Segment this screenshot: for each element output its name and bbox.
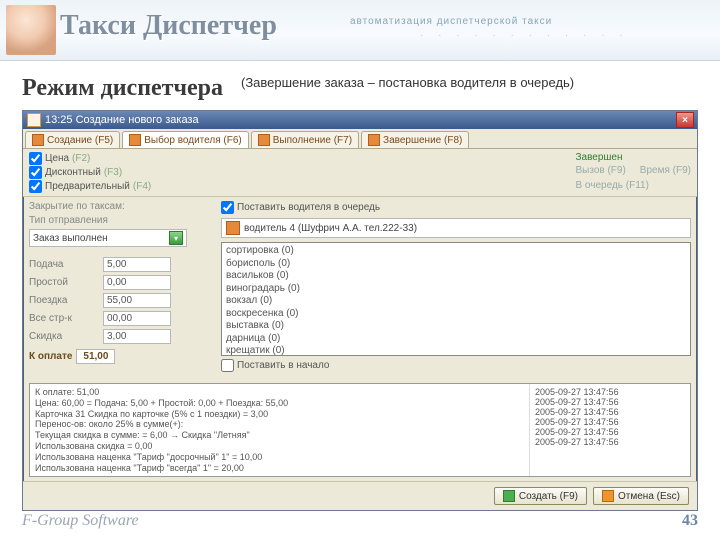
create-button[interactable]: Создать (F9) bbox=[494, 487, 587, 505]
cancel-button[interactable]: Отмена (Esc) bbox=[593, 487, 689, 505]
section-title: Режим диспетчера bbox=[22, 75, 223, 102]
cancel-icon bbox=[602, 490, 614, 502]
tab-icon bbox=[129, 134, 141, 146]
status-block: Завершен Вызов (F9)Время (F9) В очередь … bbox=[575, 152, 691, 193]
val-pickup[interactable]: 5,00 bbox=[103, 257, 171, 272]
val-wait[interactable]: 0,00 bbox=[103, 275, 171, 290]
val-trip[interactable]: 55,00 bbox=[103, 293, 171, 308]
footer: F-Group Software 43 bbox=[22, 512, 698, 530]
dispatcher-photo bbox=[6, 5, 56, 55]
zone-list[interactable]: сортировка (0)борисполь (0)васильков (0)… bbox=[221, 242, 691, 356]
combo-type[interactable]: Заказ выполнен▾ bbox=[29, 229, 187, 247]
window-icon bbox=[27, 113, 41, 127]
lbl-disc: Скидка bbox=[29, 331, 99, 342]
brand-sub: автоматизация диспетчерской такси bbox=[350, 16, 552, 27]
section-desc: (Завершение заказа – постановка водителя… bbox=[223, 75, 698, 102]
brand-title: Такси Диспетчер bbox=[60, 10, 277, 42]
driver-icon bbox=[226, 221, 240, 235]
tab-strip: Создание (F5) Выбор водителя (F6) Выполн… bbox=[23, 129, 697, 149]
val-disc[interactable]: 3,00 bbox=[103, 329, 171, 344]
check-row: Цена (F2) Дисконтный (F3) Предварительны… bbox=[23, 149, 697, 197]
close-icon[interactable]: × bbox=[676, 112, 694, 128]
lbl-pickup: Подача bbox=[29, 259, 99, 270]
val-all[interactable]: 00,00 bbox=[103, 311, 171, 326]
lbl-trip: Поездка bbox=[29, 295, 99, 306]
lbl-all: Все стр-к bbox=[29, 313, 99, 324]
lbl-wait: Простой bbox=[29, 277, 99, 288]
driver-field[interactable]: водитель 4 (Шуфрич А.А. тел.222-33) bbox=[221, 218, 691, 238]
decor-dots: · · · · · · · · · · · · bbox=[420, 30, 629, 41]
titlebar[interactable]: 13:25 Создание нового заказа × bbox=[23, 111, 697, 129]
total-row: К оплате51,00 bbox=[29, 347, 209, 362]
tab-select-driver[interactable]: Выбор водителя (F6) bbox=[122, 131, 249, 148]
action-bar: Создать (F9) Отмена (Esc) bbox=[23, 481, 697, 510]
chk-price[interactable]: Цена (F2) bbox=[29, 152, 151, 165]
chk-pre[interactable]: Предварительный (F4) bbox=[29, 180, 151, 193]
tab-create[interactable]: Создание (F5) bbox=[25, 131, 120, 148]
window-title: 13:25 Создание нового заказа bbox=[45, 114, 676, 126]
page-number: 43 bbox=[682, 512, 698, 530]
footer-company: F-Group Software bbox=[22, 512, 139, 530]
check-icon bbox=[503, 490, 515, 502]
tab-complete[interactable]: Завершение (F8) bbox=[361, 131, 469, 148]
info-block: К оплате: 51,00Цена: 60,00 = Подача: 5,0… bbox=[29, 383, 691, 477]
banner: Такси Диспетчер автоматизация диспетчерс… bbox=[0, 0, 720, 61]
dialog-window: 13:25 Создание нового заказа × Создание … bbox=[22, 110, 698, 511]
label-close: Закрытие по таксам: bbox=[29, 201, 209, 212]
chevron-down-icon[interactable]: ▾ bbox=[169, 231, 183, 245]
tab-execute[interactable]: Выполнение (F7) bbox=[251, 131, 359, 148]
right-panel: Поставить водителя в очередь водитель 4 … bbox=[215, 197, 697, 379]
left-panel: Закрытие по таксам: Тип отправления Зака… bbox=[23, 197, 215, 379]
tab-icon bbox=[258, 134, 270, 146]
chk-top[interactable]: Поставить в начало bbox=[221, 359, 691, 372]
tab-icon bbox=[32, 134, 44, 146]
total-amount: 51,00 bbox=[76, 349, 115, 364]
chk-queue[interactable]: Поставить водителя в очередь bbox=[221, 201, 691, 214]
label-type: Тип отправления bbox=[29, 215, 209, 226]
chk-discount[interactable]: Дисконтный (F3) bbox=[29, 166, 151, 179]
tab-icon bbox=[368, 134, 380, 146]
